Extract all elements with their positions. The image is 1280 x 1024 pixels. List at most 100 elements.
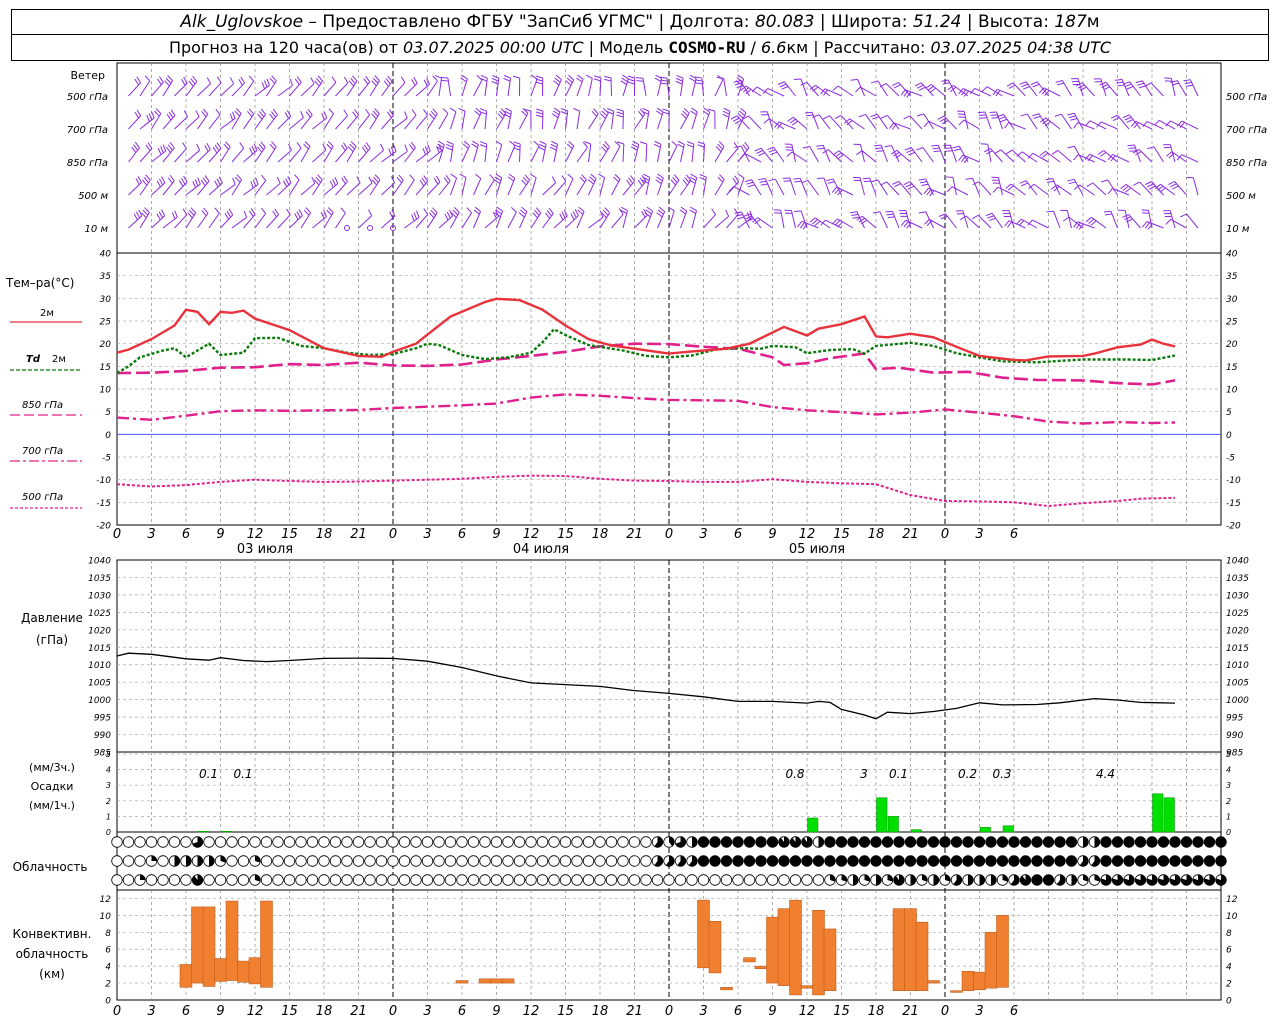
temp-ytick-right: 25 xyxy=(1226,318,1238,328)
wind-barb-feather xyxy=(183,175,188,183)
wind-barb-feather xyxy=(940,215,948,220)
cloud-symbol xyxy=(559,855,572,867)
wind-barb-feather xyxy=(1183,79,1191,82)
wind-barb-feather xyxy=(639,141,647,145)
wind-barb-feather xyxy=(167,177,173,184)
wind-barb-feather xyxy=(965,177,973,180)
wind-barb-feather xyxy=(995,90,1001,97)
wind-barb-feather xyxy=(493,179,501,184)
press-ytick-right: 1030 xyxy=(1226,591,1249,601)
wind-barb-feather xyxy=(156,213,161,221)
pressure-line xyxy=(116,652,1176,720)
cloud-fill-full xyxy=(732,836,744,848)
wind-barb-feather xyxy=(156,180,161,188)
wind-barb xyxy=(438,78,443,97)
wind-barb-feather xyxy=(494,176,502,182)
wind-barb xyxy=(807,180,819,196)
precip-bar xyxy=(979,827,991,833)
wind-barb-feather xyxy=(1039,117,1047,123)
cloud-symbol xyxy=(456,874,468,886)
wind-barb-feather xyxy=(823,89,829,96)
calm-circle xyxy=(344,225,350,231)
wind-barb-feather xyxy=(1145,181,1152,186)
wind-barb-feather xyxy=(636,80,644,82)
wind-barb-feather xyxy=(328,108,334,115)
wind-barb-feather xyxy=(862,177,870,180)
wind-barb-feather xyxy=(905,183,913,188)
x-tick-label: 6 xyxy=(182,527,190,542)
cloud-symbol xyxy=(525,836,537,848)
wind-barb-feather xyxy=(548,207,554,214)
wind-barb-feather xyxy=(723,107,731,112)
cloud-symbol xyxy=(663,874,675,886)
wind-barb xyxy=(243,80,255,97)
cloud-fill-full xyxy=(755,855,767,867)
wind-barb-feather xyxy=(943,144,951,147)
wind-barb-feather xyxy=(260,174,267,181)
wind-barb-feather xyxy=(411,79,416,86)
wind-barb-feather xyxy=(264,80,268,88)
x-tick-label: 18 xyxy=(868,527,885,542)
wind-barb-feather xyxy=(937,115,945,120)
wind-barb-feather xyxy=(294,213,299,220)
wind-level-right: 10 м xyxy=(1226,224,1250,235)
wind-barb-feather xyxy=(214,144,220,152)
cloud-symbol xyxy=(548,836,560,848)
wind-barb-feather xyxy=(1045,178,1053,181)
wind-barb-feather xyxy=(229,77,235,84)
conv-bar xyxy=(766,916,779,984)
temp-ytick-right: 15 xyxy=(1226,363,1238,373)
cloud-symbol xyxy=(398,855,411,867)
cloud-symbol xyxy=(697,874,710,886)
wind-barb-feather xyxy=(329,180,334,188)
cloud-symbol xyxy=(318,836,330,848)
wind-barb xyxy=(530,145,540,163)
cloud-symbol xyxy=(559,874,572,886)
wind-barb xyxy=(300,83,315,97)
wind-barb-feather xyxy=(513,141,521,145)
x-tick-label: 0 xyxy=(113,1004,121,1019)
wind-barb-feather xyxy=(249,147,254,155)
wind-barb-feather xyxy=(686,144,694,148)
cloud-fill-full xyxy=(1054,836,1066,848)
cloud-symbol xyxy=(651,874,664,886)
precip-bar xyxy=(876,797,888,833)
wind-barb-feather xyxy=(1032,83,1040,88)
cloud-symbol xyxy=(111,836,123,848)
wind-barb xyxy=(450,177,458,196)
x-tick-label: 15 xyxy=(281,527,298,542)
cloud-symbol xyxy=(157,874,169,886)
temp-ytick-left: 10 xyxy=(100,386,112,396)
wind-barb-feather xyxy=(1070,118,1078,121)
cloud-symbol xyxy=(134,836,146,848)
cloud-symbol xyxy=(490,855,503,867)
wind-barb-feather xyxy=(535,81,543,85)
wind-barb-feather xyxy=(1085,216,1092,223)
wind-barb-feather xyxy=(1021,83,1029,88)
precip-bar xyxy=(887,816,899,833)
wind-barb-feather xyxy=(739,153,746,160)
cloud-fill-full xyxy=(1100,855,1112,867)
conv-bar xyxy=(248,957,262,985)
temp-ytick-right: 20 xyxy=(1226,340,1238,350)
wind-barb xyxy=(723,78,727,97)
conv-bar xyxy=(984,932,998,989)
wind-barb-feather xyxy=(171,212,176,220)
wind-barb-feather xyxy=(491,77,499,82)
cloud-symbol xyxy=(444,855,457,867)
conv-bar xyxy=(708,921,722,974)
wind-barb-feather xyxy=(942,82,950,85)
cloud-fill-full xyxy=(974,855,985,867)
wind-barb-feather xyxy=(1147,146,1155,150)
x-tick-label: 3 xyxy=(147,1004,155,1019)
cloud-symbol xyxy=(295,874,307,886)
cloud-symbol xyxy=(122,855,135,867)
wind-barb-feather xyxy=(918,86,926,91)
cloud-fill-full xyxy=(813,855,824,867)
wind-barb-feather xyxy=(365,108,371,116)
wind-barb xyxy=(840,115,854,130)
cloud-fill-partial xyxy=(174,855,180,867)
wind-barb-feather xyxy=(880,114,888,119)
cloud-symbol xyxy=(111,874,123,886)
wind-barb-feather xyxy=(411,109,417,116)
